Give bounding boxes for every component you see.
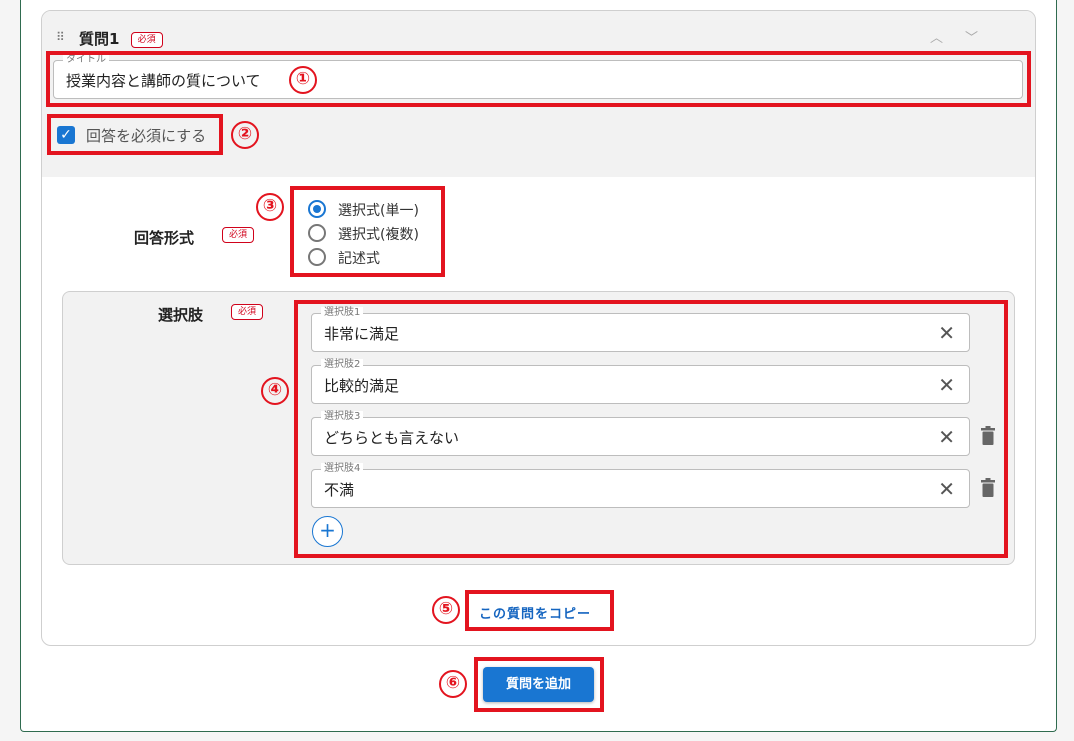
annotation-box-4: [294, 300, 1008, 558]
annotation-number-4: ④: [261, 377, 289, 405]
question-title: 質問1 必須: [79, 28, 163, 50]
question-title-text: 質問1: [79, 30, 120, 48]
annotation-number-2: ②: [231, 121, 259, 149]
annotation-number-5: ⑤: [432, 596, 460, 624]
annotation-number-6: ⑥: [439, 670, 467, 698]
annotation-number-3: ③: [256, 193, 284, 221]
annotation-box-2: [47, 114, 223, 155]
choices-label: 選択肢: [158, 306, 204, 324]
required-badge: 必須: [130, 32, 163, 48]
answer-format-required-badge: 必須: [222, 227, 255, 243]
choices-required-badge: 必須: [231, 304, 264, 320]
answer-format-label: 回答形式: [134, 229, 195, 247]
move-down-icon[interactable]: ﹀: [965, 27, 978, 46]
annotation-box-1: [46, 51, 1031, 107]
move-up-icon[interactable]: ︿: [930, 27, 943, 46]
annotation-box-6: [474, 657, 604, 712]
annotation-box-3: [290, 186, 445, 277]
drag-handle-icon[interactable]: ⠿: [56, 30, 68, 44]
annotation-number-1: ①: [289, 66, 317, 94]
annotation-box-5: [465, 590, 614, 631]
